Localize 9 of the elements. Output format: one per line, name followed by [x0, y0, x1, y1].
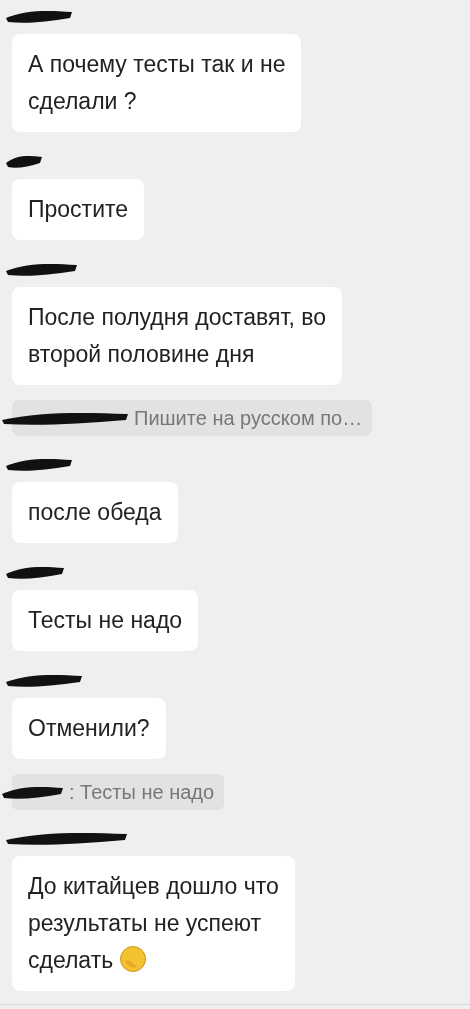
message-text: До китайцев дошло что результаты не успеют сделать	[28, 872, 279, 975]
message-text: А почему тесты так и не сделали ?	[28, 50, 286, 116]
message-text: Отменили?	[28, 714, 150, 743]
message-text: Тесты не надо	[28, 606, 183, 635]
message-text: После полудня доставят, во второй половине дня	[28, 303, 326, 369]
message-text: после обеда	[28, 498, 162, 527]
quote-text: : Тесты не надо	[69, 780, 215, 804]
message-text: Простите	[28, 195, 129, 224]
quote-text: Пишите на русском по…	[134, 406, 363, 430]
